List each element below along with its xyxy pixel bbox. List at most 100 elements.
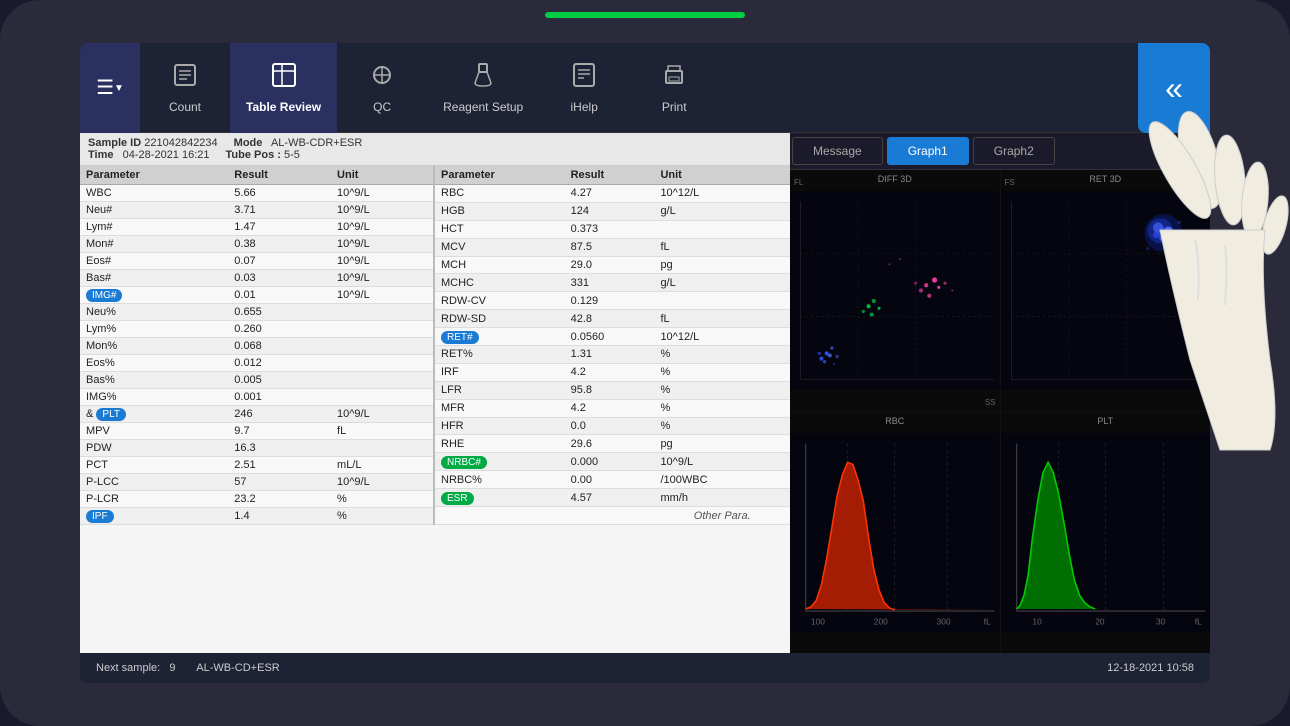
nav-print[interactable]: Print (629, 43, 719, 133)
status-next-sample: Next sample: 9 AL-WB-CD+ESR (96, 662, 280, 674)
menu-button[interactable]: ☰ ▼ (80, 43, 140, 133)
result-cell: 4.57 (565, 489, 655, 507)
table-row: HGB124g/L (435, 202, 790, 220)
result-cell: 5.66 (228, 185, 331, 202)
col-result-left: Result (228, 166, 331, 185)
mode-label: Mode AL-WB-CDR+ESR (234, 137, 363, 149)
nav-bar: ☰ ▼ Count (80, 43, 1210, 133)
back-icon: « (1165, 70, 1183, 107)
unit-cell: 10^9/L (331, 474, 434, 491)
unit-cell: 10^9/L (331, 219, 434, 236)
reagent-setup-icon (469, 61, 497, 96)
time-label: Time 04-28-2021 16:21 (88, 149, 210, 161)
param-cell: Neu# (80, 202, 228, 219)
result-cell: 0.129 (565, 292, 655, 310)
nav-qc[interactable]: QC (337, 43, 427, 133)
data-tables-container: Parameter Result Unit WBC5.6610^9/LNeu#3… (80, 166, 790, 525)
result-cell: 0.373 (565, 220, 655, 238)
param-badge: PLT (96, 408, 126, 421)
menu-arrow: ▼ (114, 83, 124, 94)
main-content: Sample ID 221042842234 Mode AL-WB-CDR+ES… (80, 133, 1210, 653)
svg-text:200: 200 (874, 617, 888, 627)
svg-text:100: 100 (811, 617, 825, 627)
nav-back-button[interactable]: « (1138, 43, 1210, 133)
print-icon (660, 61, 688, 96)
param-cell: PDW (80, 440, 228, 457)
table-row: NRBC%0.00/100WBC (435, 471, 790, 489)
col-unit-right: Unit (654, 166, 790, 185)
table-row: NRBC#0.00010^9/L (435, 453, 790, 471)
table-row: Other Para. (435, 507, 790, 525)
table-row: PDW16.3 (80, 440, 434, 457)
nav-reagent-setup[interactable]: Reagent Setup (427, 43, 539, 133)
nav-table-review[interactable]: Table Review (230, 43, 337, 133)
unit-cell: 10^9/L (331, 185, 434, 202)
result-cell (565, 507, 655, 525)
unit-cell: % (654, 399, 790, 417)
result-cell: 331 (565, 274, 655, 292)
plt-label: PLT (1097, 416, 1113, 426)
tab-graph2[interactable]: Graph2 (973, 137, 1055, 165)
unit-cell (331, 440, 434, 457)
unit-cell (654, 292, 790, 310)
result-cell: 0.005 (228, 372, 331, 389)
nav-count[interactable]: Count (140, 43, 230, 133)
unit-cell: 10^12/L (654, 328, 790, 346)
param-cell: LFR (435, 381, 565, 399)
table-row: Neu#3.7110^9/L (80, 202, 434, 219)
tab-message[interactable]: Message (792, 137, 883, 165)
left-data-table: Parameter Result Unit WBC5.6610^9/LNeu#3… (80, 166, 435, 525)
param-cell: RHE (435, 435, 565, 453)
graph-plt: PLT 10 20 30 fL (1001, 412, 1211, 653)
nav-reagent-setup-label: Reagent Setup (443, 100, 523, 114)
table-row: IPF1.4% (80, 508, 434, 525)
table-row: RET#0.056010^12/L (435, 328, 790, 346)
param-cell: WBC (80, 185, 228, 202)
unit-cell: mm/h (654, 489, 790, 507)
result-cell: 1.47 (228, 219, 331, 236)
right-data-table: Parameter Result Unit RBC4.2710^12/LHGB1… (435, 166, 790, 525)
nav-ihelp[interactable]: iHelp (539, 43, 629, 133)
right-panel: Message Graph1 Graph2 DIFF 3D FL S (790, 133, 1210, 653)
param-cell: MCHC (435, 274, 565, 292)
table-row: Lym#1.4710^9/L (80, 219, 434, 236)
graph-ret3d: RET 3D FS (1001, 170, 1211, 411)
unit-cell: mL/L (331, 457, 434, 474)
table-row: Neu%0.655 (80, 304, 434, 321)
unit-cell: % (654, 346, 790, 364)
graphs-area: DIFF 3D FL SS (790, 170, 1210, 653)
table-row: RHE29.6pg (435, 435, 790, 453)
result-cell: 0.03 (228, 270, 331, 287)
unit-cell: 10^9/L (654, 453, 790, 471)
result-cell: 29.6 (565, 435, 655, 453)
diff3d-fl-label: FL (794, 178, 803, 187)
nav-qc-label: QC (373, 100, 391, 114)
result-cell: 0.655 (228, 304, 331, 321)
unit-cell: 10^9/L (331, 202, 434, 219)
param-cell: RDW-CV (435, 292, 565, 310)
tab-graph1[interactable]: Graph1 (887, 137, 969, 165)
unit-cell: % (331, 508, 434, 525)
result-cell: 87.5 (565, 238, 655, 256)
param-cell: RDW-SD (435, 310, 565, 328)
graph-diff3d: DIFF 3D FL SS (790, 170, 1000, 411)
table-row: & PLT24610^9/L (80, 406, 434, 423)
unit-cell: fL (331, 423, 434, 440)
result-cell: 42.8 (565, 310, 655, 328)
unit-cell: fL (654, 310, 790, 328)
param-cell: MFR (435, 399, 565, 417)
ret3d-svg (1001, 170, 1211, 411)
result-cell: 29.0 (565, 256, 655, 274)
table-row: PCT2.51mL/L (80, 457, 434, 474)
param-cell: Mon% (80, 338, 228, 355)
param-cell: HGB (435, 202, 565, 220)
table-row: Eos%0.012 (80, 355, 434, 372)
param-cell: IRF (435, 363, 565, 381)
result-cell: 1.31 (565, 346, 655, 364)
result-cell: 3.71 (228, 202, 331, 219)
count-icon (171, 61, 199, 96)
table-row: Mon#0.3810^9/L (80, 236, 434, 253)
param-cell: HFR (435, 417, 565, 435)
svg-text:fL: fL (1194, 617, 1201, 627)
tube-pos-label: Tube Pos : 5-5 (226, 149, 300, 161)
